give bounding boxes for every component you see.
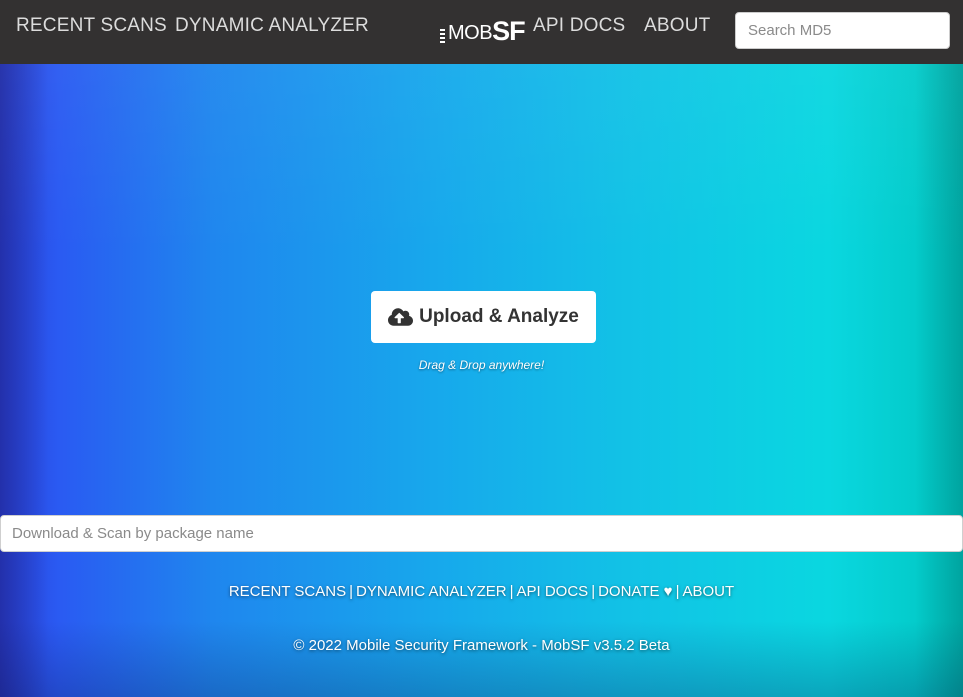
footer-separator: |	[675, 583, 680, 600]
footer-link-api-docs[interactable]: API DOCS	[517, 583, 589, 600]
footer-link-donate[interactable]: DONATE ♥	[598, 583, 672, 600]
logo-mob-text: MOB	[440, 21, 493, 45]
footer-link-about[interactable]: ABOUT	[682, 583, 734, 600]
footer-link-recent-scans[interactable]: RECENT SCANS	[229, 583, 346, 600]
drag-drop-hint: Drag & Drop anywhere!	[418, 358, 545, 372]
logo-bars-icon	[440, 29, 445, 43]
background-gradient	[0, 64, 963, 697]
nav-about[interactable]: ABOUT	[644, 15, 710, 37]
mobsf-logo[interactable]: MOB SF	[440, 16, 526, 46]
nav-dynamic-analyzer[interactable]: DYNAMIC ANALYZER	[175, 15, 369, 37]
search-md5-input[interactable]	[735, 12, 950, 49]
logo-sf-text: SF	[492, 16, 526, 46]
footer-separator: |	[591, 583, 596, 600]
nav-recent-scans[interactable]: RECENT SCANS	[16, 15, 167, 37]
upload-button-label: Upload & Analyze	[419, 306, 579, 327]
upload-analyze-button[interactable]: Upload & Analyze	[371, 291, 596, 343]
footer-separator: |	[509, 583, 514, 600]
logo-mob-label: MOB	[448, 22, 493, 44]
cloud-upload-icon	[388, 308, 414, 326]
footer-separator: |	[349, 583, 353, 600]
nav-api-docs[interactable]: API DOCS	[533, 15, 625, 37]
package-name-input[interactable]	[0, 515, 963, 552]
copyright-text: © 2022 Mobile Security Framework - MobSF…	[293, 637, 670, 654]
top-navbar: RECENT SCANS DYNAMIC ANALYZER MOB SF API…	[0, 0, 963, 64]
footer-links: RECENT SCANS | DYNAMIC ANALYZER | API DOCS | D…	[0, 583, 963, 600]
footer-link-dynamic-analyzer[interactable]: DYNAMIC ANALYZER	[356, 583, 507, 600]
